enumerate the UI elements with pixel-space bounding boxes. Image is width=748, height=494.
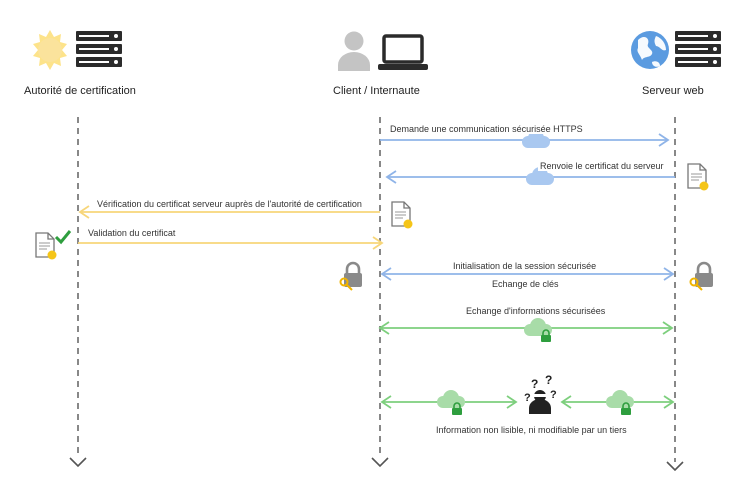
client-lock-key-icon xyxy=(339,261,364,291)
validated-certificate-icon xyxy=(35,232,58,261)
laptop-icon xyxy=(378,34,428,70)
svg-text:?: ? xyxy=(531,377,538,391)
client-certificate-icon xyxy=(391,201,414,230)
send-cert-label: Renvoie le certificat du serveur xyxy=(538,161,666,171)
server-lock-key-icon xyxy=(689,261,715,291)
green-cloud-lock-icon xyxy=(524,318,552,343)
third-party-label: Information non lisible, ni modifiable p… xyxy=(434,425,629,435)
server-certificate-icon xyxy=(687,163,710,192)
svg-text:?: ? xyxy=(545,373,552,387)
validate-cert-arrow xyxy=(78,236,384,250)
secure-info-label: Echange d'informations sécurisées xyxy=(464,306,608,316)
svg-text:?: ? xyxy=(524,392,531,404)
check-icon xyxy=(54,230,72,245)
validate-cert-label: Validation du certificat xyxy=(86,228,178,238)
sun-seal-icon xyxy=(33,30,67,70)
green-cloud-lock-icon xyxy=(437,390,465,416)
user-icon xyxy=(338,31,370,71)
sequence-diagram: ? ? ? ? xyxy=(33,30,721,472)
client-lifeline-end xyxy=(371,457,389,468)
svg-text:?: ? xyxy=(550,389,557,401)
ca-lifeline-end xyxy=(69,457,87,468)
green-cloud-lock-icon xyxy=(606,390,634,416)
verify-cert-label: Vérification du certificat serveur auprè… xyxy=(95,199,364,209)
session-init-label: Initialisation de la session sécurisée xyxy=(451,261,599,271)
globe-icon xyxy=(631,31,669,69)
key-exchange-label: Echange de clés xyxy=(490,279,561,289)
server-rack-icon xyxy=(675,31,721,67)
server-lifeline-end xyxy=(666,461,684,472)
ca-server-rack-icon xyxy=(76,31,122,67)
hacker-icon: ? ? ? ? xyxy=(524,373,557,414)
https-request-label: Demande une communication sécurisée HTTP… xyxy=(388,124,585,134)
